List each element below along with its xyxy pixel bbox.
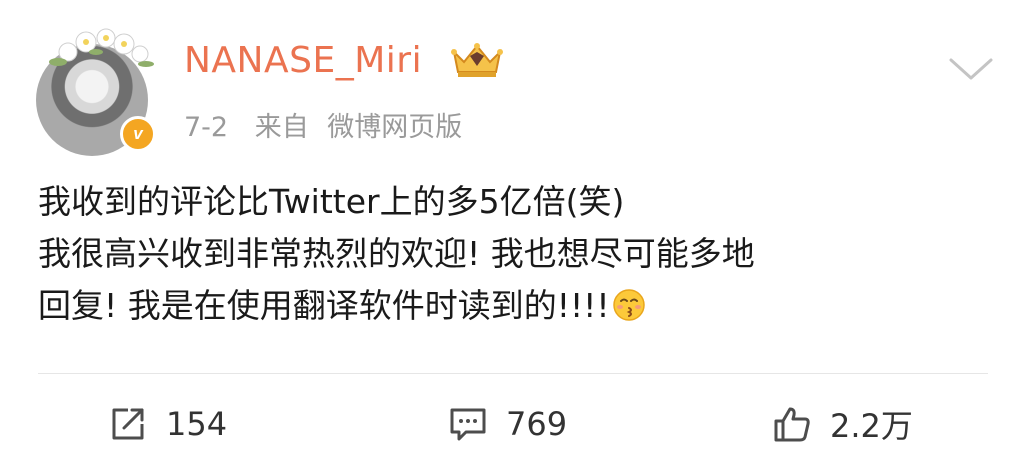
username[interactable]: NANASE_Miri (184, 40, 422, 81)
comment-count: 769 (506, 405, 568, 443)
content-line-last: 回复! 我是在使用翻译软件时读到的!!!! (38, 280, 998, 332)
content-line: 我收到的评论比Twitter上的多5亿倍(笑) (38, 182, 625, 221)
post-source[interactable]: 微博网页版 (327, 112, 462, 143)
kissing-face-icon (612, 289, 645, 321)
divider (38, 373, 988, 374)
thumbs-up-icon (774, 407, 810, 442)
post-date[interactable]: 7-2 (184, 112, 228, 143)
post-meta: 7-2 来自 微博网页版 (184, 105, 480, 144)
comment-button[interactable]: 769 (448, 402, 567, 446)
crown-icon[interactable] (448, 40, 506, 80)
like-button[interactable]: 2.2万 (772, 402, 913, 446)
verified-badge: v (120, 116, 156, 152)
avatar[interactable]: v (36, 24, 156, 156)
comment-icon (450, 408, 486, 441)
source-prefix: 来自 (254, 112, 309, 143)
content-line: 我很高兴收到非常热烈的欢迎! 我也想尽可能多地 (38, 234, 755, 273)
post-content: 我收到的评论比Twitter上的多5亿倍(笑) 我很高兴收到非常热烈的欢迎! 我… (38, 176, 998, 332)
repost-icon (112, 408, 144, 440)
repost-count: 154 (166, 405, 228, 443)
repost-button[interactable]: 154 (108, 402, 227, 446)
like-count: 2.2万 (830, 407, 913, 445)
chevron-down-icon[interactable] (948, 56, 994, 82)
weibo-post-card: v NANASE_Miri 7-2 来自 微博网页版 我收到的评论比Twitte… (0, 0, 1024, 475)
content-line: 回复! 我是在使用翻译软件时读到的!!!! (38, 286, 610, 325)
flower-crown-icon (49, 28, 154, 67)
